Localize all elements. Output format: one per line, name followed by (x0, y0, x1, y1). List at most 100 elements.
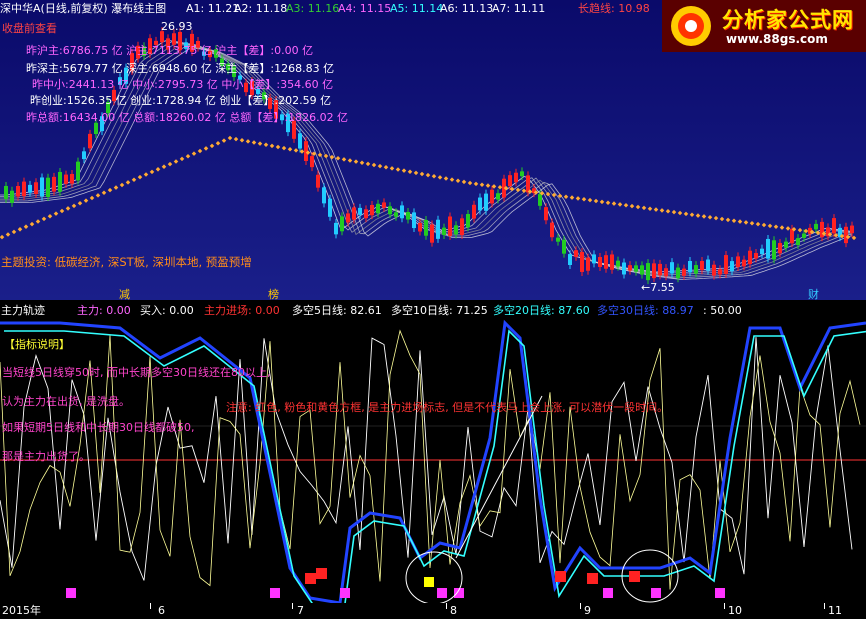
long-trend-dot (263, 142, 269, 148)
candle-body (10, 190, 14, 203)
event-marker-rank[interactable]: 榜 (268, 288, 279, 301)
long-trend-dot (293, 148, 299, 153)
event-marker-finance[interactable]: 财 (808, 288, 819, 301)
long-trend-dot (185, 153, 191, 159)
long-trend-dot (131, 177, 137, 183)
candle-body (430, 224, 434, 243)
indicator-value: 多空10日线: 71.25 (391, 304, 488, 317)
candle-body (778, 242, 782, 254)
long-trend-dot (335, 155, 341, 161)
long-trend-dot (581, 197, 587, 202)
candle-body (352, 207, 356, 220)
time-axis-tick (580, 603, 581, 609)
candle-body (736, 256, 740, 268)
long-trend-dot (425, 172, 431, 178)
long-trend-dot (395, 167, 401, 172)
ls30-line (0, 319, 866, 603)
candle-body (478, 197, 482, 211)
long-trend-dot (665, 209, 671, 214)
long-trend-dot (569, 195, 575, 200)
long-trend-dot (269, 143, 275, 149)
long-trend-dot (125, 180, 131, 185)
candle-body (766, 238, 770, 259)
long-trend-dot (113, 185, 119, 190)
candle-body (340, 216, 344, 232)
candle-body (568, 254, 572, 265)
long-trend-dot (719, 216, 725, 222)
candle-body (670, 262, 674, 274)
time-axis-label: 8 (450, 604, 457, 617)
candle-body (436, 219, 440, 239)
time-axis-label: 2015年 (2, 604, 41, 617)
long-trend-dot (659, 208, 665, 213)
ma-readout: A4: 11.15 (338, 2, 392, 15)
indicator-value: : 50.00 (703, 304, 742, 317)
long-trend-dot (0, 234, 5, 240)
ma-readout: A2: 11.18 (234, 2, 288, 15)
candle-body (58, 171, 62, 192)
candle-body (628, 265, 632, 271)
ma-readout: 长趋线: 10.98 (578, 2, 650, 15)
indicator-panel[interactable] (0, 318, 866, 603)
long-trend-dot (635, 204, 641, 210)
long-trend-dot (773, 224, 779, 229)
time-axis-tick (824, 603, 825, 609)
candle-body (598, 257, 602, 267)
candle-body (322, 187, 326, 204)
capital-stat-line: 昨创业:1526.35 亿 创业:1728.94 亿 创业【差】:202.59 … (30, 94, 332, 107)
explanation-header: 【指标说明】 (4, 338, 70, 351)
candle-body (676, 267, 680, 279)
long-trend-dot (695, 213, 701, 218)
main-entry-marker (270, 588, 280, 598)
long-trend-dot (779, 225, 785, 230)
logo-emblem-icon (671, 6, 711, 46)
main-entry-marker (437, 588, 447, 598)
long-trend-dot (281, 145, 287, 151)
candle-body (844, 226, 848, 244)
candle-body (82, 151, 86, 160)
candle-body (760, 248, 764, 255)
logo-url[interactable]: www.88gs.com (726, 32, 828, 46)
theme-investment-text: 主题投资: 低碳经济, 深ST板, 深圳本地, 预盈预增 (1, 255, 252, 269)
candle-body (418, 223, 422, 232)
candle-body (790, 228, 794, 244)
long-trend-dot (347, 158, 353, 163)
time-axis-tick (724, 603, 725, 609)
close-review-link[interactable]: 收盘前查看 (2, 22, 57, 35)
long-trend-dot (515, 187, 521, 193)
chart-window: 深中华A(日线,前复权) 瀑布线主图 分析家公式网 www.88gs.com 收… (0, 0, 866, 619)
candle-body (442, 227, 446, 235)
long-trend-dot (605, 200, 611, 205)
long-trend-dot (593, 198, 599, 204)
event-marker-reduce[interactable]: 减 (119, 288, 130, 301)
long-trend-dot (623, 203, 629, 208)
candle-body (466, 213, 470, 228)
red-entry-marker (587, 573, 598, 584)
long-trend-dot (419, 171, 425, 177)
logo-title: 分析家公式网 (722, 8, 854, 32)
long-trend-dot (35, 219, 41, 224)
long-trend-dot (437, 175, 443, 180)
long-trend-dot (215, 140, 221, 146)
long-trend-dot (497, 185, 503, 190)
long-trend-dot (407, 169, 413, 175)
candle-body (412, 212, 416, 229)
long-trend-dot (107, 187, 113, 193)
long-trend-dot (599, 199, 605, 205)
candle-body (40, 177, 44, 197)
indicator-name[interactable]: 主力轨迹 (1, 304, 45, 317)
long-trend-dot (461, 179, 467, 185)
long-trend-dot (707, 215, 713, 220)
long-trend-dot (641, 205, 647, 211)
long-trend-dot (737, 219, 743, 224)
long-trend-dot (257, 141, 263, 146)
indicator-value: 主力进场: 0.00 (204, 304, 280, 317)
candle-body (454, 225, 458, 235)
time-axis-tick (150, 603, 151, 609)
long-trend-dot (767, 223, 773, 229)
long-trend-dot (47, 213, 53, 219)
long-trend-dot (731, 218, 737, 223)
long-trend-dot (101, 190, 107, 196)
long-trend-dot (197, 148, 203, 154)
candle-body (610, 254, 614, 270)
